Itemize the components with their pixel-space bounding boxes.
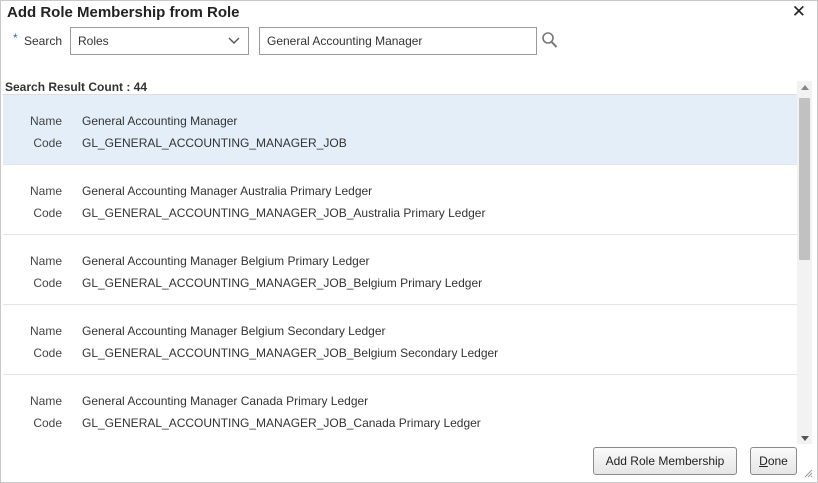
- role-code: GL_GENERAL_ACCOUNTING_MANAGER_JOB_Canada…: [82, 416, 481, 430]
- result-item-1[interactable]: Name General Accounting Manager Australi…: [3, 165, 797, 235]
- result-item-0[interactable]: Name General Accounting Manager Code GL_…: [3, 95, 797, 165]
- dialog-title: Add Role Membership from Role: [7, 4, 240, 21]
- scrollbar-thumb[interactable]: [799, 98, 810, 260]
- search-type-value: Roles: [78, 34, 109, 48]
- role-code: GL_GENERAL_ACCOUNTING_MANAGER_JOB_Austra…: [82, 206, 486, 220]
- done-button[interactable]: Done: [750, 447, 797, 475]
- done-access-key: D: [759, 454, 768, 468]
- code-label: Code: [33, 416, 62, 430]
- role-name: General Accounting Manager: [82, 114, 238, 128]
- scroll-up-arrow-icon[interactable]: [801, 85, 809, 90]
- role-code: GL_GENERAL_ACCOUNTING_MANAGER_JOB_Belgiu…: [82, 276, 483, 290]
- role-code: GL_GENERAL_ACCOUNTING_MANAGER_JOB: [82, 136, 347, 150]
- add-role-membership-button[interactable]: Add Role Membership: [593, 447, 737, 475]
- result-item-3[interactable]: Name General Accounting Manager Belgium …: [3, 305, 797, 375]
- search-label: Search: [24, 34, 63, 48]
- result-item-2[interactable]: Name General Accounting Manager Belgium …: [3, 235, 797, 305]
- role-code: GL_GENERAL_ACCOUNTING_MANAGER_JOB_Belgiu…: [82, 346, 499, 360]
- role-name: General Accounting Manager Canada Primar…: [82, 394, 369, 408]
- name-label: Name: [29, 254, 62, 268]
- name-label: Name: [29, 394, 62, 408]
- code-label: Code: [33, 346, 62, 360]
- resize-grip-icon[interactable]: [803, 468, 813, 478]
- done-label-rest: one: [767, 454, 788, 468]
- role-name: General Accounting Manager Australia Pri…: [82, 184, 373, 198]
- close-icon[interactable]: ✕: [792, 3, 806, 21]
- name-label: Name: [29, 324, 62, 338]
- magnifier-icon[interactable]: [541, 31, 559, 51]
- result-item-4[interactable]: Name General Accounting Manager Canada P…: [3, 375, 797, 444]
- results-scrollbar[interactable]: [797, 81, 812, 444]
- role-name: General Accounting Manager Belgium Prima…: [82, 254, 370, 268]
- results-list: Name General Accounting Manager Code GL_…: [3, 94, 797, 444]
- required-marker: *: [13, 31, 18, 45]
- chevron-down-icon: [228, 37, 240, 44]
- role-name: General Accounting Manager Belgium Secon…: [82, 324, 386, 338]
- search-input[interactable]: [259, 27, 537, 55]
- name-label: Name: [29, 114, 62, 128]
- name-label: Name: [29, 184, 62, 198]
- search-type-select[interactable]: Roles: [70, 27, 249, 55]
- scroll-down-arrow-icon[interactable]: [801, 436, 809, 441]
- add-role-membership-dialog: Add Role Membership from Role ✕ * Search…: [0, 0, 818, 483]
- code-label: Code: [33, 276, 62, 290]
- code-label: Code: [33, 206, 62, 220]
- code-label: Code: [33, 136, 62, 150]
- search-result-count: Search Result Count : 44: [5, 80, 148, 94]
